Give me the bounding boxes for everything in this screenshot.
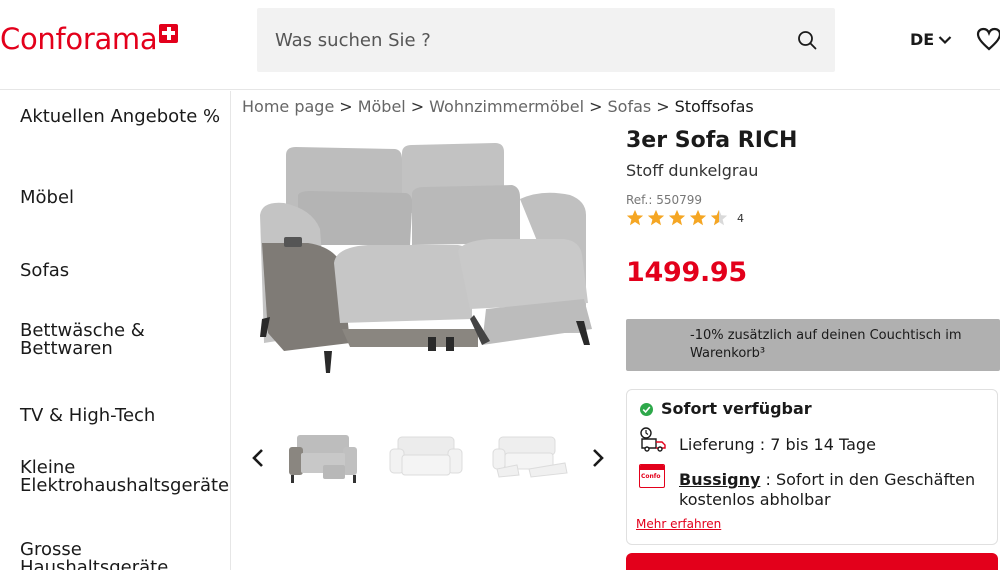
conforama-logo[interactable]: Conforama xyxy=(0,22,179,56)
delivery-time: Lieferung : 7 bis 14 Tage xyxy=(679,435,876,454)
product-subtitle: Stoff dunkelgrau xyxy=(626,161,759,180)
store-icon-label: Confo xyxy=(641,473,661,480)
store-name-link[interactable]: Bussigny xyxy=(679,470,760,489)
search-icon[interactable] xyxy=(797,30,817,50)
white-sofa-thumbnail[interactable] xyxy=(386,425,466,489)
breadcrumb-wohnzimmermoebel[interactable]: Wohnzimmermöbel xyxy=(429,97,584,116)
star-full-icon xyxy=(626,209,644,226)
sidebar-item-bedding[interactable]: Bettwäsche & Bettwaren xyxy=(20,322,180,358)
swiss-cross-icon xyxy=(159,23,179,43)
product-title: 3er Sofa RICH xyxy=(626,128,798,153)
language-selector[interactable]: DE xyxy=(910,30,952,49)
breadcrumb-separator: > xyxy=(589,97,603,116)
thumbnail-prev-arrow-icon[interactable] xyxy=(248,446,268,470)
check-circle-icon xyxy=(640,403,653,416)
sidebar-item-tv-hightech[interactable]: TV & High-Tech xyxy=(20,407,230,425)
breadcrumb-separator: > xyxy=(339,97,353,116)
breadcrumb-sofas[interactable]: Sofas xyxy=(608,97,652,116)
star-full-icon xyxy=(647,209,665,226)
breadcrumb: Home page > Möbel > Wohnzimmermöbel > So… xyxy=(242,97,754,116)
sidebar-item-offers[interactable]: Aktuellen Angebote % xyxy=(20,108,230,126)
promo-banner[interactable]: -10% zusätzlich auf deinen Couchtisch im… xyxy=(626,319,1000,371)
add-to-cart-button[interactable] xyxy=(626,553,998,570)
breadcrumb-home[interactable]: Home page xyxy=(242,97,334,116)
sidebar-item-sofas[interactable]: Sofas xyxy=(20,262,230,280)
grey-sofa-thumbnail[interactable] xyxy=(283,425,363,489)
product-price: 1499.95 xyxy=(626,257,747,288)
search-input[interactable] xyxy=(275,8,775,72)
category-sidebar: Aktuellen Angebote % Möbel Sofas Bettwäs… xyxy=(0,91,231,570)
breadcrumb-separator: > xyxy=(656,97,670,116)
store-pickup-info: Bussigny : Sofort in den Geschäften kost… xyxy=(679,470,979,510)
logo-text: Conforama xyxy=(0,22,158,56)
breadcrumb-separator: > xyxy=(410,97,425,116)
star-full-icon xyxy=(689,209,707,226)
star-full-icon xyxy=(668,209,686,226)
white-recliner-thumbnail[interactable] xyxy=(489,425,569,489)
breadcrumb-moebel[interactable]: Möbel xyxy=(358,97,406,116)
sidebar-item-large-appliances[interactable]: Grosse Haushaltsgeräte xyxy=(20,541,200,570)
rating-count: 4 xyxy=(737,211,744,225)
product-reference: Ref.: 550799 xyxy=(626,193,703,207)
wishlist-heart-icon[interactable] xyxy=(976,27,1000,51)
chevron-down-icon xyxy=(938,35,952,44)
breadcrumb-current: Stoffsofas xyxy=(674,97,754,116)
search-bar xyxy=(257,8,835,72)
delivery-truck-icon xyxy=(640,427,666,452)
availability-box: Sofort verfügbar Lieferung : 7 bis 14 Ta… xyxy=(626,389,998,545)
availability-title: Sofort verfügbar xyxy=(661,399,812,418)
store-icon: Confo xyxy=(639,464,665,488)
sidebar-item-furniture[interactable]: Möbel xyxy=(20,189,230,207)
star-half-icon xyxy=(710,209,728,226)
sidebar-item-small-appliances[interactable]: Kleine Elektrohaushaltsgeräte xyxy=(20,459,230,495)
product-main-image[interactable] xyxy=(250,133,610,393)
more-info-link[interactable]: Mehr erfahren xyxy=(636,517,721,531)
thumbnail-next-arrow-icon[interactable] xyxy=(588,446,608,470)
rating-stars[interactable]: 4 xyxy=(626,209,744,227)
language-label: DE xyxy=(910,30,935,49)
site-header: Conforama DE xyxy=(0,0,1000,90)
